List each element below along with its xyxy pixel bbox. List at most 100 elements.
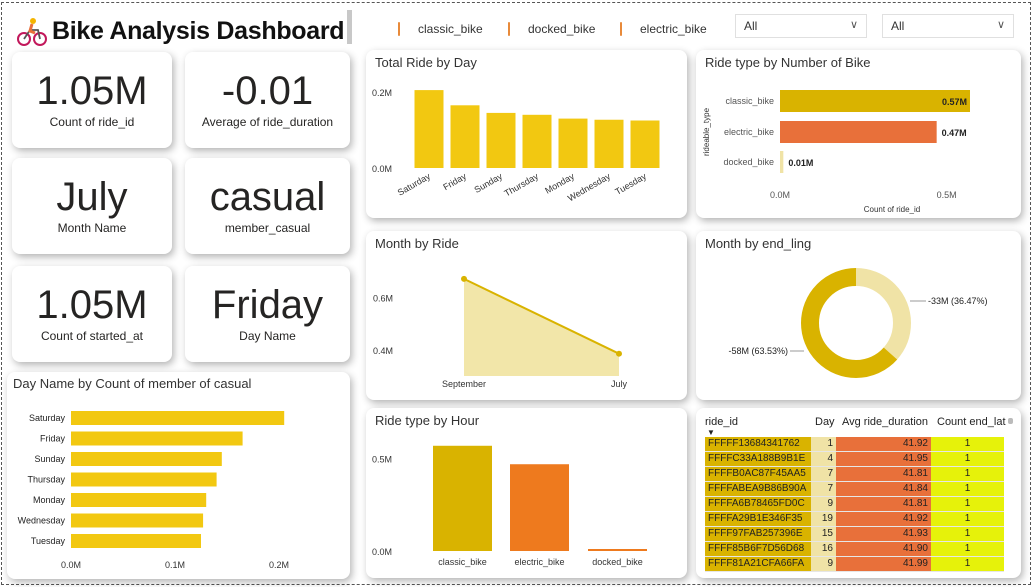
table-cell: 1 [931, 482, 1004, 497]
x-tick-label: 0.5M [937, 190, 957, 200]
kpi-value: 1.05M [36, 283, 148, 327]
chart-ride-type-by-hour[interactable]: Ride type by Hour 0.0M 0.5M classic_bike el… [366, 408, 687, 578]
x-tick-label: Tuesday [613, 171, 648, 197]
column-header-day[interactable]: Day [815, 416, 835, 428]
y-tick-label: 0.2M [372, 88, 392, 98]
day-name-casual-plot: Saturday Friday Sunday Thursday Monday Wednes… [18, 411, 289, 570]
table-cell: 41.84 [836, 482, 931, 497]
table-cell: 41.81 [836, 467, 931, 482]
x-tick-label: Saturday [396, 171, 433, 198]
table-cell: 15 [811, 527, 836, 542]
chart-day-name-casual[interactable]: Day Name by Count of member of casual Sa… [7, 372, 350, 579]
y-tick-label: 0.0M [372, 164, 392, 174]
area-fill [464, 278, 619, 376]
chart-title: Total Ride by Day [375, 55, 477, 70]
legend-label: electric_bike [640, 22, 707, 36]
x-tick-label: 0.1M [165, 560, 185, 570]
kpi-label: member_casual [224, 221, 311, 235]
table-cell: FFFFA29B1E346F35 [705, 512, 811, 527]
x-tick-label: Thursday [502, 171, 540, 199]
slicer-value: All [744, 19, 758, 33]
table-row[interactable]: FFFF97FAB257396E 15 41.93 1 [705, 527, 1004, 542]
legend-marker-icon [620, 22, 622, 36]
table-row[interactable]: FFFFA29B1E346F35 19 41.92 1 [705, 512, 1004, 527]
table-row[interactable]: FFFFC33A188B9B1E 4 41.95 1 [705, 452, 1004, 467]
kpi-average-ride-duration[interactable]: -0.01 Average of ride_duration [185, 52, 350, 148]
table-row[interactable]: FFFFF13684341762 1 41.92 1 [705, 437, 1004, 452]
x-tick-label: 0.0M [770, 190, 790, 200]
chart-month-by-end-ling[interactable]: Month by end_ling -33M (36.47%) -58M (63.… [696, 231, 1021, 400]
bar-sunday [71, 452, 222, 466]
kpi-label: Count of started_at [40, 329, 144, 343]
scrollbar-thumb[interactable] [1008, 418, 1013, 424]
kpi-value: casual [209, 175, 326, 219]
kpi-month-name[interactable]: July Month Name [12, 158, 172, 254]
kpi-day-name[interactable]: Friday Day Name [185, 266, 350, 362]
title-divider [347, 10, 352, 44]
x-axis-title: Count of ride_id [864, 205, 920, 214]
kpi-label: Month Name [57, 221, 127, 235]
x-tick-label: electric_bike [514, 557, 564, 567]
table-cell: FFFF81A21CFA66FA [705, 557, 811, 572]
data-label: 0.01M [788, 158, 813, 168]
bar-tuesday [71, 534, 201, 548]
chart-total-ride-by-day[interactable]: Total Ride by Day 0.0M 0.2M Saturday Friday… [366, 50, 687, 218]
bar-friday [450, 105, 480, 168]
table-row[interactable]: FFFFB0AC87F45AA5 7 41.81 1 [705, 467, 1004, 482]
slice-label: -58M (63.53%) [728, 346, 788, 356]
data-label: 0.57M [942, 97, 967, 107]
slicer-value: All [891, 19, 905, 33]
table-cell: 1 [811, 437, 836, 452]
table-cell: 41.81 [836, 497, 931, 512]
slice-label: -33M (36.47%) [928, 296, 988, 306]
y-tick-label: 0.4M [373, 346, 393, 356]
y-tick-label: Wednesday [18, 516, 66, 526]
column-header-avg-ride-duration[interactable]: Avg ride_duration [842, 416, 928, 428]
legend-marker-icon [508, 22, 510, 36]
table-row[interactable]: FFFFABEA9B86B90A 7 41.84 1 [705, 482, 1004, 497]
x-tick-label: Friday [441, 171, 468, 192]
table-row[interactable]: FFFF85B6F7D56D68 16 41.90 1 [705, 542, 1004, 557]
x-tick-label: 0.0M [61, 560, 81, 570]
table-row[interactable]: FFFFA6B78465FD0C 9 41.81 1 [705, 497, 1004, 512]
x-tick-label: September [442, 379, 486, 389]
sort-desc-icon[interactable]: ▼ [707, 428, 715, 437]
table-cell: 9 [811, 497, 836, 512]
legend-docked-bike[interactable]: docked_bike [508, 22, 595, 36]
legend-electric-bike[interactable]: electric_bike [620, 22, 707, 36]
kpi-count-ride-id[interactable]: 1.05M Count of ride_id [12, 52, 172, 148]
column-header-count-end-lat[interactable]: Count end_lat [937, 416, 1006, 428]
chart-month-by-ride[interactable]: Month by Ride 0.6M 0.4M September July [366, 231, 687, 400]
month-by-ride-plot: 0.6M 0.4M September July [373, 275, 627, 389]
slicer-dropdown-1[interactable]: All ∨ [735, 14, 867, 38]
kpi-label: Day Name [239, 329, 296, 343]
x-tick-label: docked_bike [592, 557, 643, 567]
table-cell: FFFFABEA9B86B90A [705, 482, 811, 497]
bar-monday [71, 493, 207, 507]
y-tick-label: Tuesday [31, 536, 66, 546]
legend-classic-bike[interactable]: classic_bike [398, 22, 483, 36]
y-tick-label: electric_bike [724, 127, 774, 137]
table-cell: FFFF85B6F7D56D68 [705, 542, 811, 557]
bar-docked_bike [780, 151, 784, 173]
column-header-ride-id[interactable]: ride_id [705, 416, 738, 428]
table-cell: 41.92 [836, 512, 931, 527]
table-cell: 1 [931, 452, 1004, 467]
table-cell: FFFFB0AC87F45AA5 [705, 467, 811, 482]
legend-marker-icon [398, 22, 400, 36]
table-cell: 1 [931, 527, 1004, 542]
ride-table-card[interactable]: ride_id Day Avg ride_duration Count end_… [696, 408, 1021, 578]
kpi-member-casual[interactable]: casual member_casual [185, 158, 350, 254]
chart-ride-type-by-number[interactable]: Ride type by Number of Bike rideable_typ… [696, 50, 1021, 218]
table-cell: 41.93 [836, 527, 931, 542]
ride-type-by-number-plot: rideable_type classic_bike 0.57M electric_b… [702, 90, 970, 214]
chevron-down-icon: ∨ [996, 19, 1005, 31]
chart-title: Ride type by Number of Bike [705, 55, 871, 70]
table-cell: 7 [811, 482, 836, 497]
bar-classic_bike [433, 445, 492, 551]
month-by-end-ling-plot: -33M (36.47%) -58M (63.53%) [728, 268, 988, 378]
table-row[interactable]: FFFF81A21CFA66FA 9 41.99 1 [705, 557, 1004, 572]
kpi-count-started-at[interactable]: 1.05M Count of started_at [12, 266, 172, 362]
table-body: FFFFF13684341762 1 41.92 1 FFFFC33A188B9B1E 4… [705, 437, 1004, 572]
slicer-dropdown-2[interactable]: All ∨ [882, 14, 1014, 38]
